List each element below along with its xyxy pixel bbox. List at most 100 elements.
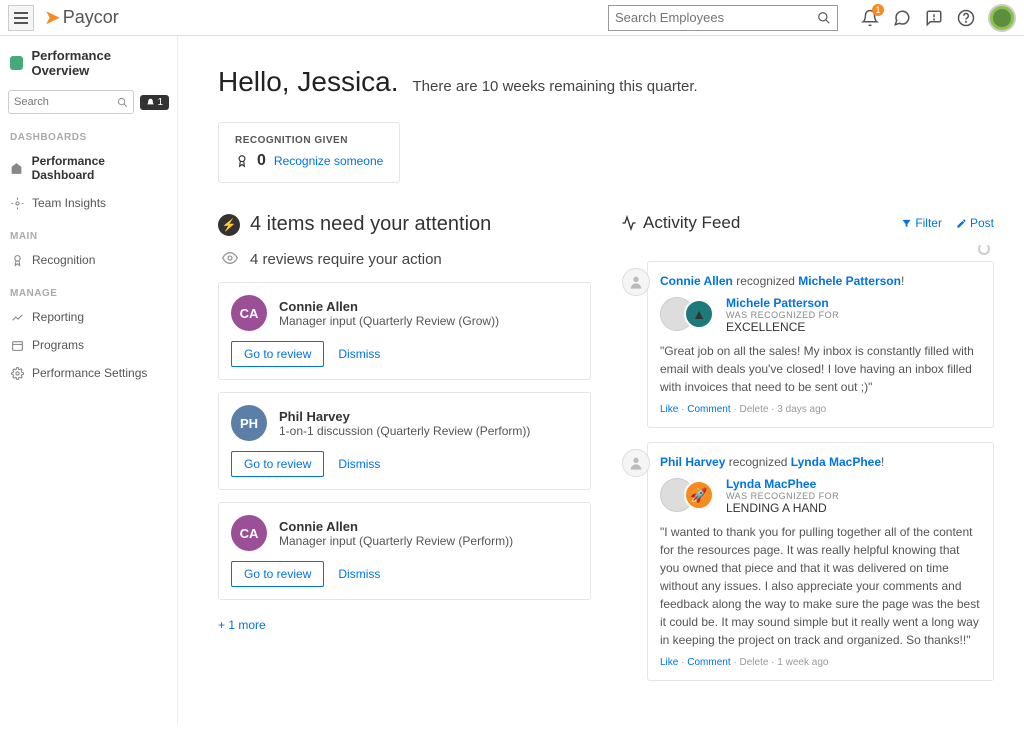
- review-card: CA Connie Allen Manager input (Quarterly…: [218, 502, 591, 600]
- rec-label: WAS RECOGNIZED FOR: [726, 491, 839, 501]
- main-content: Hello, Jessica. There are 10 weeks remai…: [178, 36, 1024, 725]
- sidebar-item-recognition[interactable]: Recognition: [0, 246, 177, 274]
- user-avatar[interactable]: [988, 4, 1016, 32]
- filter-label: Filter: [915, 216, 942, 230]
- feed-headline: Phil Harvey recognized Lynda MacPhee!: [660, 455, 981, 469]
- gear-icon: [10, 366, 24, 380]
- go-to-review-button[interactable]: Go to review: [231, 451, 324, 477]
- recognition-badge-icon: ▲: [684, 299, 714, 329]
- logo-mark-icon: ➤: [44, 5, 61, 30]
- timestamp: 3 days ago: [777, 404, 826, 415]
- comment-link[interactable]: Comment: [687, 404, 730, 415]
- post-label: Post: [970, 216, 994, 230]
- delete-link[interactable]: Delete: [740, 657, 769, 668]
- go-to-review-button[interactable]: Go to review: [231, 341, 324, 367]
- post-button[interactable]: Post: [956, 216, 994, 230]
- sidebar-title-label: Performance Overview: [31, 48, 167, 78]
- review-card: PH Phil Harvey 1-on-1 discussion (Quarte…: [218, 392, 591, 490]
- notif-badge: 1: [872, 4, 884, 16]
- sidebar-item-perf-settings[interactable]: Performance Settings: [0, 359, 177, 387]
- recognition-label: RECOGNITION GIVEN: [235, 135, 383, 146]
- logo: ➤ Paycor: [44, 5, 119, 30]
- calendar-icon: [10, 338, 24, 352]
- go-to-review-button[interactable]: Go to review: [231, 561, 324, 587]
- bolt-icon: ⚡: [218, 214, 240, 236]
- activity-icon: [621, 215, 637, 231]
- review-desc: Manager input (Quarterly Review (Perform…: [279, 534, 513, 548]
- avatar-pair: ▲: [660, 297, 716, 333]
- rec-value: LENDING A HAND: [726, 501, 839, 515]
- eye-icon: [222, 250, 240, 268]
- actor-link[interactable]: Phil Harvey: [660, 455, 725, 469]
- feed-body: "Great job on all the sales! My inbox is…: [660, 342, 981, 396]
- review-desc: Manager input (Quarterly Review (Grow)): [279, 314, 499, 328]
- sidebar-item-label: Performance Dashboard: [32, 154, 167, 182]
- insights-icon: [10, 196, 24, 210]
- review-card: CA Connie Allen Manager input (Quarterly…: [218, 282, 591, 380]
- like-link[interactable]: Like: [660, 657, 678, 668]
- actor-link[interactable]: Connie Allen: [660, 274, 733, 288]
- recipient-link[interactable]: Lynda MacPhee: [726, 477, 839, 491]
- home-icon: [10, 161, 24, 175]
- feedback-icon[interactable]: [924, 8, 944, 28]
- sidebar-item-label: Recognition: [32, 253, 95, 267]
- feed-item: Phil Harvey recognized Lynda MacPhee! 🚀 …: [647, 442, 994, 681]
- rec-label: WAS RECOGNIZED FOR: [726, 310, 839, 320]
- search-icon: [117, 97, 128, 108]
- logo-text: Paycor: [63, 7, 119, 28]
- recognition-badge-icon: 🚀: [684, 480, 714, 510]
- more-link[interactable]: + 1 more: [218, 618, 266, 632]
- review-name: Connie Allen: [279, 299, 499, 314]
- greeting-sub: There are 10 weeks remaining this quarte…: [413, 78, 698, 95]
- delete-link[interactable]: Delete: [740, 404, 769, 415]
- review-name: Phil Harvey: [279, 409, 530, 424]
- attention-heading: 4 items need your attention: [250, 213, 491, 236]
- sidebar: Performance Overview 1 DASHBOARDS Perfor…: [0, 36, 178, 725]
- help-icon[interactable]: [956, 8, 976, 28]
- filter-button[interactable]: Filter: [901, 216, 942, 230]
- sidebar-item-label: Performance Settings: [32, 366, 147, 380]
- review-desc: 1-on-1 discussion (Quarterly Review (Per…: [279, 424, 530, 438]
- reviews-subheading: 4 reviews require your action: [250, 251, 442, 268]
- chat-icon[interactable]: [892, 8, 912, 28]
- comment-link[interactable]: Comment: [687, 657, 730, 668]
- bell-icon[interactable]: 1: [860, 8, 880, 28]
- sidebar-search-input[interactable]: [14, 96, 117, 108]
- recipient-link[interactable]: Michele Patterson: [726, 296, 839, 310]
- sidebar-notif[interactable]: 1: [140, 95, 169, 110]
- recognize-link[interactable]: Recognize someone: [274, 154, 383, 168]
- feed-body: "I wanted to thank you for pulling toget…: [660, 523, 981, 649]
- user-avatar: CA: [231, 515, 267, 551]
- target-link[interactable]: Michele Patterson: [798, 274, 901, 288]
- sidebar-search[interactable]: [8, 90, 134, 114]
- dismiss-link[interactable]: Dismiss: [338, 347, 380, 361]
- feed-headline: Connie Allen recognized Michele Patterso…: [660, 274, 981, 288]
- avatar-pair: 🚀: [660, 478, 716, 514]
- feed-footer: Like · Comment · Delete · 3 days ago: [660, 404, 981, 415]
- rec-value: EXCELLENCE: [726, 320, 839, 334]
- timestamp: 1 week ago: [777, 657, 828, 668]
- award-icon: [235, 154, 249, 168]
- feed-footer: Like · Comment · Delete · 1 week ago: [660, 657, 981, 668]
- employee-search-input[interactable]: [615, 10, 817, 25]
- dismiss-link[interactable]: Dismiss: [338, 457, 380, 471]
- target-link[interactable]: Lynda MacPhee: [791, 455, 881, 469]
- dismiss-link[interactable]: Dismiss: [338, 567, 380, 581]
- sidebar-item-programs[interactable]: Programs: [0, 331, 177, 359]
- search-icon[interactable]: [817, 11, 831, 25]
- feed-item: Connie Allen recognized Michele Patterso…: [647, 261, 994, 428]
- feed-actor-avatar: [622, 449, 650, 477]
- greeting: Hello, Jessica.: [218, 66, 399, 98]
- employee-search[interactable]: [608, 5, 838, 31]
- sidebar-title: Performance Overview: [0, 40, 177, 86]
- award-icon: [10, 253, 24, 267]
- menu-icon[interactable]: [8, 5, 34, 31]
- user-avatar: CA: [231, 295, 267, 331]
- sidebar-item-perf-dashboard[interactable]: Performance Dashboard: [0, 147, 177, 189]
- sidebar-notif-count: 1: [157, 97, 163, 108]
- sidebar-item-label: Programs: [32, 338, 84, 352]
- like-link[interactable]: Like: [660, 404, 678, 415]
- sidebar-item-reporting[interactable]: Reporting: [0, 303, 177, 331]
- section-dashboards: DASHBOARDS: [0, 118, 177, 147]
- sidebar-item-team-insights[interactable]: Team Insights: [0, 189, 177, 217]
